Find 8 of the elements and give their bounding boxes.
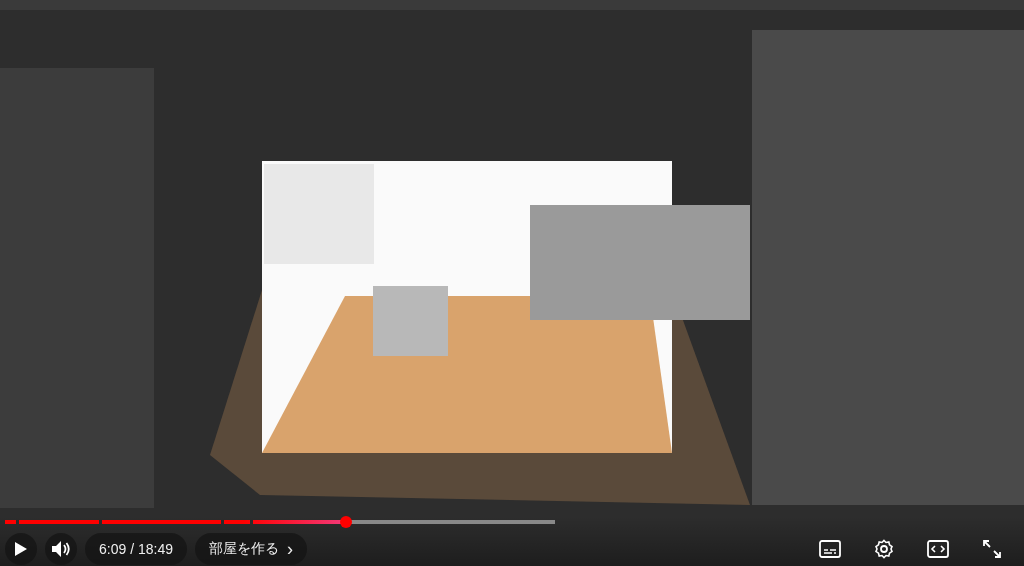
settings-icon bbox=[874, 539, 894, 559]
play-icon bbox=[14, 541, 28, 557]
subtitles-icon bbox=[819, 540, 841, 558]
chapter-button[interactable]: 部屋を作る › bbox=[194, 533, 307, 565]
volume-icon bbox=[51, 540, 71, 558]
time-display: 6:09 / 18:49 bbox=[85, 533, 187, 565]
theater-mode-icon bbox=[927, 540, 949, 558]
fullscreen-icon bbox=[983, 540, 1001, 558]
